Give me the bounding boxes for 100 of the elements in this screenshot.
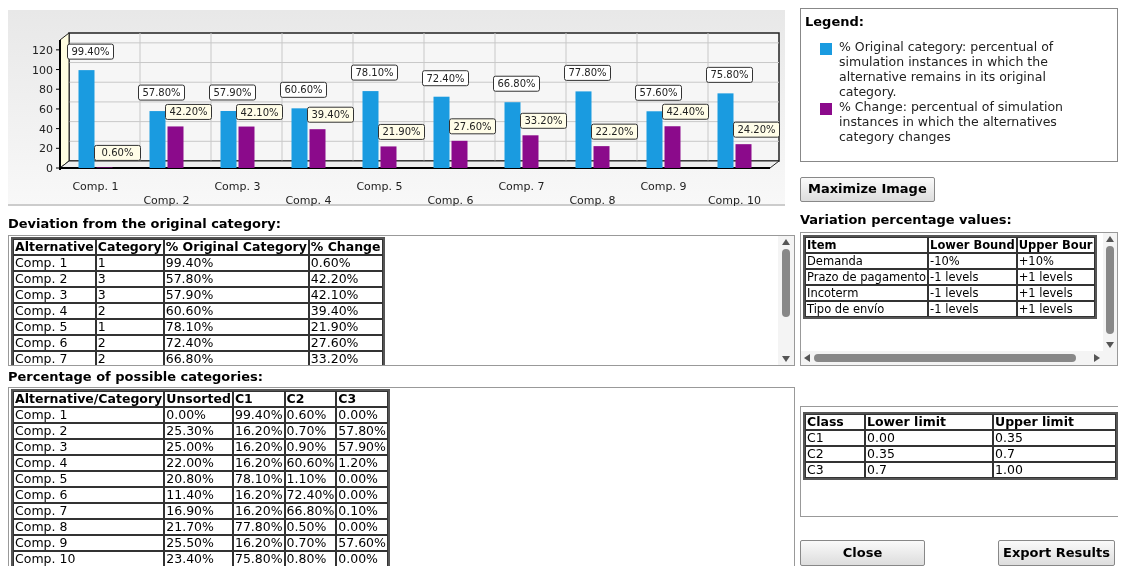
table-cell: 21.70% [164,519,233,535]
table-cell: 66.80% [284,503,337,519]
table-cell: 0.60% [308,255,383,271]
axis-tick-label: 100 [32,63,53,77]
value-label: 78.10% [351,64,398,81]
table-cell: 16.20% [232,535,285,551]
data-label: 27.60% [453,120,492,132]
export-results-button[interactable]: Export Results [998,540,1115,566]
maximize-image-button[interactable]: Maximize Image [800,176,935,202]
value-label: 57.90% [209,84,256,101]
value-label: 72.40% [422,70,469,87]
column-header: Lower Bound [928,236,1017,253]
table-cell: 16.20% [232,423,285,439]
category-label: Comp. 5 [356,180,403,193]
column-header: C1 [232,391,285,407]
category-label: Comp. 3 [214,180,261,193]
table-cell: 0.35 [993,430,1116,447]
legend-title: Legend: [805,13,865,31]
table-cell: Comp. 7 [13,503,165,519]
table-cell: 1.20% [336,455,389,471]
table-cell: 0.00 [865,430,993,447]
table-cell: Comp. 3 [13,287,96,303]
table-cell: Comp. 5 [13,471,165,487]
table-cell: Comp. 8 [13,519,165,535]
table-cell: -10% [928,252,1017,269]
table-cell: 72.40% [163,335,309,351]
table-cell: 0.7 [865,462,993,479]
data-label: 66.80% [497,78,536,90]
column-header: Upper Bour [1016,236,1095,253]
value-label: 57.80% [138,84,185,101]
table-cell: 16.20% [232,487,285,503]
table-cell: -1 levels [928,300,1017,317]
legend-text: % Change: percentual of simulation instances in which the alternatives category changes [839,98,1064,144]
value-label: 75.80% [706,66,753,83]
table-cell: Comp. 4 [13,303,96,319]
axis-tick-label: 80 [39,83,53,97]
data-label: 39.40% [311,109,350,121]
table-cell: 57.90% [163,287,309,303]
column-header: Upper limit [993,414,1116,431]
scroll-down-icon[interactable] [782,356,790,362]
data-label: 33.20% [524,115,563,127]
data-label: 42.10% [240,106,279,118]
section-title: Deviation from the original category: [8,216,282,232]
value-label: 42.40% [662,103,709,120]
table-cell: 57.60% [336,535,389,551]
table-cell: 1.10% [284,471,337,487]
table-cell: Prazo de pagamento [805,268,929,285]
category-label: Comp. 7 [498,180,545,193]
value-label: 99.40% [67,43,114,60]
data-label: 42.40% [666,106,705,118]
data-label: 78.10% [355,67,394,79]
value-label: 60.60% [280,81,327,98]
value-label: 22.20% [591,123,638,140]
table-cell: Comp. 1 [13,407,165,423]
table-cell: 0.7 [993,446,1116,463]
data-label: 24.20% [737,124,776,136]
table-cell: Tipo de envío [805,300,929,317]
table-cell: 99.40% [232,407,285,423]
table-cell: 16.90% [164,503,233,519]
table-cell: 23.40% [164,551,233,566]
value-label: 39.40% [307,106,354,123]
table-cell: Comp. 6 [13,487,165,503]
scroll-right-icon[interactable] [1094,354,1100,363]
column-header: Alternative [13,239,96,255]
table-cell: 16.20% [232,439,285,455]
value-label: 27.60% [449,118,496,135]
table-cell: 75.80% [232,551,285,566]
table-cell: 78.10% [163,319,309,335]
close-button[interactable]: Close [800,540,925,566]
table-cell: 60.60% [163,303,309,319]
table-cell: 0.10% [336,503,389,519]
value-label: 21.90% [378,123,425,140]
table-cell: C2 [805,446,865,463]
table-cell: Comp. 6 [13,335,96,351]
table-cell: 20.80% [164,471,233,487]
table-cell: C3 [805,462,865,479]
scrollbar-thumb[interactable] [814,354,1076,363]
category-label: Comp. 2 [143,194,190,206]
category-label: Comp. 9 [640,180,687,193]
table-cell: +1 levels [1016,284,1095,301]
table-cell: 72.40% [284,487,337,503]
table-cell: 21.90% [308,319,383,335]
table-cell: 0.00% [164,407,233,423]
scrollbar-thumb[interactable] [782,249,790,317]
axis-tick-label: 120 [32,43,53,57]
table-cell: 0.50% [284,519,337,535]
table-cell: 0.00% [336,551,389,566]
column-header: % Change [308,239,383,255]
table-cell: 11.40% [164,487,233,503]
scroll-up-icon[interactable] [1106,235,1114,242]
column-header: Class [805,414,865,431]
table-cell: 22.00% [164,455,233,471]
data-label: 0.60% [101,147,134,159]
legend-text: % Original category: percentual of simulation instances in which the alternative remains in its original category. [839,38,1055,99]
table-cell: Comp. 2 [13,271,96,287]
table-cell: Incoterm [805,284,929,301]
column-header: Unsorted [164,391,233,407]
scrollbar-thumb[interactable] [1106,245,1114,334]
axis-tick-label: 40 [39,122,53,136]
column-header: C3 [336,391,389,407]
